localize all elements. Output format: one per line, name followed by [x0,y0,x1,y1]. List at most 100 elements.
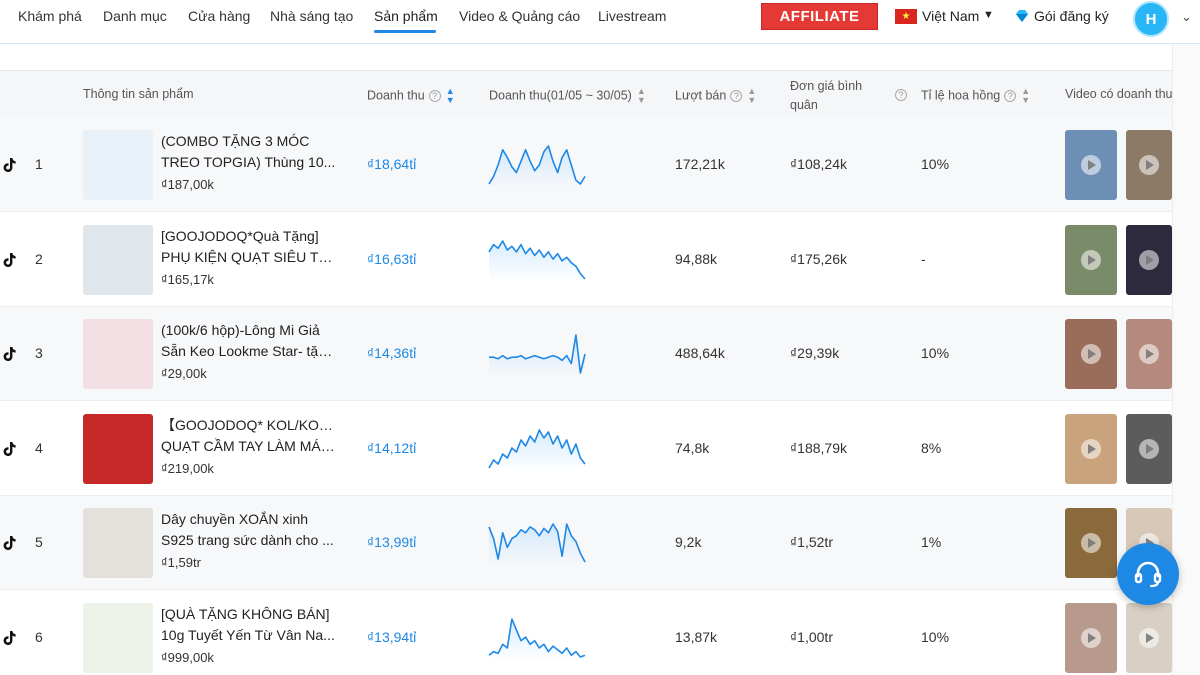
country-selector[interactable]: Việt Nam [922,8,979,24]
play-icon[interactable] [1081,438,1101,459]
play-icon[interactable] [1081,533,1101,553]
tiktok-icon [3,441,16,456]
average-unit-price: ₫1,52tr [790,534,833,550]
product-price: ₫165,17k [161,271,214,287]
product-thumbnail[interactable] [83,602,153,673]
product-name-line2: Sẵn Keo Lookme Star- tặn... [161,343,336,359]
product-name[interactable]: (COMBO TẶNG 3 MÓC TREO TOPGIA) Thùng 10.… [161,131,336,173]
play-icon[interactable] [1139,249,1159,270]
tiktok-icon [3,347,16,361]
average-unit-price: ₫188,79k [790,439,848,456]
play-icon[interactable] [1139,155,1159,175]
video-thumbnail[interactable] [1126,319,1172,389]
video-thumbnail[interactable] [1065,602,1117,673]
product-thumbnail[interactable] [83,224,153,295]
revenue-value[interactable]: ₫13,99tỉ [367,534,416,550]
revenue-value[interactable]: ₫14,12tỉ [367,440,416,456]
sort-icon[interactable]: ▲ ▼ [446,87,455,105]
video-thumbnail[interactable] [1065,413,1117,484]
revenue-value[interactable]: ₫14,36tỉ [367,345,416,361]
support-chat-button[interactable] [1117,543,1179,605]
average-unit-price: ₫1,00tr [790,628,833,645]
table-row[interactable]: 4 【GOOJODOQ* KOL/KOC】 QUẠT CẦM TAY LÀM M… [0,401,1172,496]
play-icon[interactable] [1081,249,1101,270]
units-sold: 13,87k [675,628,718,645]
header-video: Video có doanh thu [1065,87,1172,101]
table-row[interactable]: 3 (100k/6 hộp)-Lông Mi Giả Sẵn Keo Lookm… [0,307,1172,401]
product-name-line1: (COMBO TẶNG 3 MÓC [161,133,310,149]
help-circle-icon[interactable]: ? [428,90,441,102]
header-unit-price-help[interactable]: ? [891,87,907,101]
product-name[interactable]: (100k/6 hộp)-Lông Mi Giả Sẵn Keo Lookme … [161,320,336,362]
nav-item-kham-pha[interactable]: Khám phá [18,8,82,24]
video-thumbnail[interactable] [1065,130,1117,200]
video-thumbnail[interactable] [1126,413,1172,484]
table-row[interactable]: 2 [GOOJODOQ*Quà Tặng] PHỤ KIỆN QUẠT SIÊU… [0,212,1172,307]
product-name-line2: QUẠT CẦM TAY LÀM MÁT... [161,437,336,454]
help-circle-icon[interactable]: ? [1004,90,1017,102]
tiktok-icon [3,252,16,267]
table-row[interactable]: 6 [QUÀ TẶNG KHÔNG BÁN] 10g Tuyết Yến Từ … [0,590,1172,675]
product-price: ₫187,00k [161,177,214,192]
video-thumbnail[interactable] [1065,508,1117,578]
revenue-value[interactable]: ₫18,64tỉ [367,156,416,172]
chevron-down-icon[interactable]: ⌄ [1181,9,1192,25]
play-icon[interactable] [1081,155,1101,175]
play-icon[interactable] [1081,627,1101,648]
sort-icon[interactable]: ▲ ▼ [637,87,646,105]
play-icon[interactable] [1081,344,1101,364]
header-revenue-period[interactable]: Doanh thu(01/05 ~ 30/05) ▲ ▼ [489,87,646,105]
nav-item-san-pham[interactable]: Sản phẩm [374,8,438,24]
top-navigation: Khám phá Danh mục Cửa hàng Nhà sáng tạo … [0,0,1200,44]
revenue-value[interactable]: ₫16,63tỉ [367,251,416,267]
nav-item-nha-sang-tao[interactable]: Nhà sáng tạo [270,8,353,24]
nav-item-livestream[interactable]: Livestream [598,8,666,24]
nav-item-danh-muc[interactable]: Danh mục [103,8,167,24]
user-avatar[interactable]: H [1133,1,1169,37]
product-name[interactable]: [QUÀ TẶNG KHÔNG BÁN] 10g Tuyết Yến Từ Vâ… [161,604,336,646]
sort-icon[interactable]: ▲ ▼ [1021,87,1030,105]
product-name[interactable]: 【GOOJODOQ* KOL/KOC】 QUẠT CẦM TAY LÀM MÁT… [161,415,336,457]
commission-rate: - [921,250,926,267]
product-thumbnail[interactable] [83,130,153,200]
product-name-line2: PHỤ KIỆN QUẠT SIÊU TỐC... [161,248,336,265]
product-thumbnail[interactable] [83,413,153,484]
nav-item-cua-hang[interactable]: Cửa hàng [188,8,250,24]
product-name-line2: S925 trang sức dành cho ... [161,532,334,548]
average-unit-price: ₫175,26k [790,250,848,267]
product-name[interactable]: Dây chuyền XOẮN xinh S925 trang sức dành… [161,509,336,551]
header-sold-label: Lượt bán [675,88,727,103]
video-thumbnail[interactable] [1126,602,1172,673]
video-thumbnail[interactable] [1126,224,1172,295]
video-thumbnail[interactable] [1126,130,1172,200]
table-row[interactable]: 5 Dây chuyền XOẮN xinh S925 trang sức dà… [0,496,1172,590]
play-icon[interactable] [1139,627,1159,648]
help-circle-icon[interactable]: ? [730,90,743,102]
revenue-value[interactable]: ₫13,94tỉ [367,629,416,645]
affiliate-label: AFFILIATE [779,8,860,25]
caret-down-icon[interactable]: ▼ [983,9,994,21]
sort-icon[interactable]: ▲ ▼ [747,87,756,105]
play-icon[interactable] [1139,438,1159,459]
table-row[interactable]: 1 (COMBO TẶNG 3 MÓC TREO TOPGIA) Thùng 1… [0,118,1172,212]
commission-rate: 8% [921,439,942,456]
header-commission[interactable]: Tỉ lệ hoa hồng? ▲ ▼ [921,87,1030,105]
row-rank: 2 [35,250,43,267]
product-name[interactable]: [GOOJODOQ*Quà Tặng] PHỤ KIỆN QUẠT SIÊU T… [161,226,336,268]
product-name-line2: TREO TOPGIA) Thùng 10... [161,154,336,170]
play-icon[interactable] [1139,344,1159,364]
active-tab-indicator [374,30,436,33]
affiliate-button[interactable]: AFFILIATE [761,3,878,30]
table-header: Thông tin sản phẩm Doanh thu? ▲ ▼ Doanh th… [0,70,1172,118]
header-sold[interactable]: Lượt bán? ▲ ▼ [675,87,756,105]
header-revenue[interactable]: Doanh thu? ▲ ▼ [367,87,455,105]
video-thumbnail[interactable] [1065,224,1117,295]
product-thumbnail[interactable] [83,319,153,389]
video-thumbnail[interactable] [1065,319,1117,389]
nav-item-video-quang-cao[interactable]: Video & Quảng cáo [459,8,580,24]
vietnam-flag-icon: ★ [895,9,917,24]
subscription-plan-link[interactable]: Gói đăng ký [1034,8,1109,24]
help-circle-icon[interactable]: ? [895,88,907,101]
product-thumbnail[interactable] [83,508,153,578]
trend-area [489,524,585,566]
